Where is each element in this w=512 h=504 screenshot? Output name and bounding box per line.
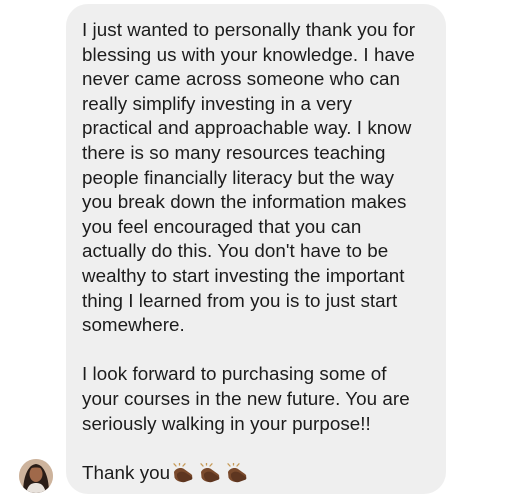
- clapping-hands-icon: [225, 462, 251, 483]
- clapping-hands-icon: [171, 462, 197, 483]
- clapping-hands-icon: [198, 462, 224, 483]
- message-closing: Thank you: [82, 461, 438, 486]
- avatar-photo-icon: [19, 459, 53, 493]
- message-paragraph: I look forward to purchasing some of you…: [82, 363, 410, 434]
- message-paragraph: I just wanted to personally thank you fo…: [82, 19, 415, 336]
- sender-avatar[interactable]: [19, 459, 53, 493]
- message-bubble[interactable]: I just wanted to personally thank you fo…: [66, 4, 446, 494]
- closing-text: Thank you: [82, 461, 171, 483]
- message-thread: I just wanted to personally thank you fo…: [0, 0, 512, 504]
